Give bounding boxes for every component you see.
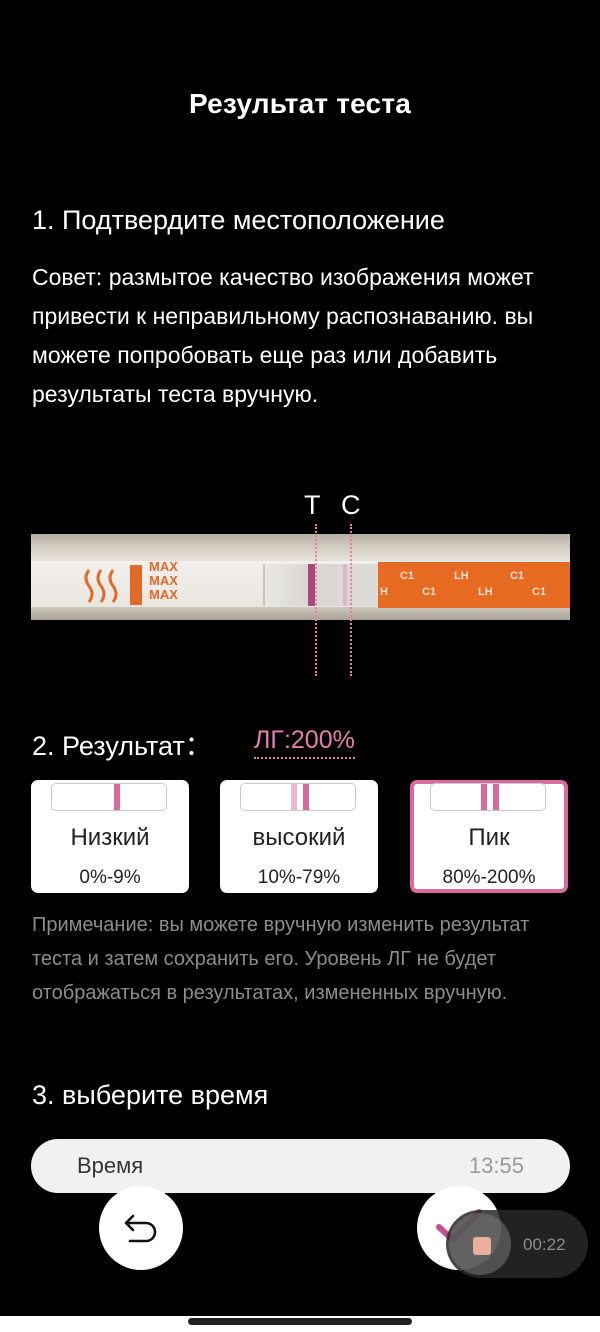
option-low[interactable]: Низкий 0%-9% <box>31 780 189 893</box>
location-heading: 1. Подтвердите местоположение <box>32 205 445 235</box>
mini-test-line <box>481 784 487 810</box>
option-label: Низкий <box>70 824 150 851</box>
screen-recorder-widget[interactable]: 00:22 <box>446 1210 588 1278</box>
mini-control-line <box>303 784 309 810</box>
result-options: Низкий 0%-9% высокий 10%-79% Пик 80%-200… <box>31 780 569 893</box>
option-label: высокий <box>252 824 346 851</box>
home-indicator[interactable] <box>188 1318 412 1325</box>
option-peak[interactable]: Пик 80%-200% <box>410 780 568 893</box>
mini-strip-icon <box>430 783 546 811</box>
option-range: 10%-79% <box>257 867 341 888</box>
max-label: MAX <box>149 587 178 602</box>
manual-edit-note: Примечание: вы можете вручную изменить р… <box>32 914 530 1004</box>
strip-print-label: C1 <box>400 570 415 582</box>
strip-print-label: C1 <box>510 570 525 582</box>
t-guide-line[interactable] <box>315 524 317 676</box>
time-heading: 3. выберите время <box>32 1080 269 1110</box>
c-guide-line[interactable] <box>350 524 352 676</box>
mini-control-line <box>114 784 120 810</box>
record-stop-button[interactable] <box>449 1213 511 1275</box>
mini-strip-icon <box>240 783 356 811</box>
strip-print-label: LH <box>454 570 469 582</box>
time-picker-field[interactable]: Время 13:55 <box>31 1139 570 1193</box>
strip-print-label: C1 <box>422 586 437 598</box>
dip-waves-icon <box>84 569 118 603</box>
tip-text: Совет: размытое качество изображения мож… <box>32 264 534 407</box>
t-marker-label: T <box>304 490 321 520</box>
c-marker-label: C <box>341 490 361 520</box>
result-label: 2. Результат： <box>32 731 212 761</box>
time-field-value: 13:55 <box>468 1153 524 1178</box>
recording-timer: 00:22 <box>523 1235 566 1254</box>
strip-print-label: LH <box>478 586 493 598</box>
test-strip-area: T C MAX MAX MAX C1 LH C1 H C1 LH C1 <box>0 490 600 680</box>
option-range: 80%-200% <box>442 867 536 888</box>
page-title: Результат теста <box>188 88 412 119</box>
mini-control-line <box>493 784 499 810</box>
max-label: MAX <box>149 559 178 574</box>
strip-print-label: C1 <box>532 586 547 598</box>
max-label: MAX <box>149 573 178 588</box>
test-strip-image: MAX MAX MAX C1 LH C1 H C1 LH C1 <box>31 534 570 620</box>
undo-icon <box>124 1214 157 1243</box>
mini-strip-icon <box>51 783 167 811</box>
stop-icon <box>473 1237 491 1255</box>
option-high[interactable]: высокий 10%-79% <box>220 780 378 893</box>
strip-orange-bar <box>130 565 142 605</box>
strip-handle: C1 LH C1 H C1 LH C1 <box>378 562 570 608</box>
option-label: Пик <box>468 824 510 851</box>
test-line <box>308 564 315 606</box>
lh-result-value: ЛГ:200% <box>254 727 355 759</box>
strip-result-window <box>263 564 380 606</box>
option-range: 0%-9% <box>79 867 141 888</box>
mini-test-line <box>291 784 297 810</box>
strip-print-label: H <box>380 586 388 598</box>
control-line <box>343 564 347 606</box>
time-field-label: Время <box>77 1153 144 1178</box>
undo-button[interactable] <box>99 1186 183 1270</box>
